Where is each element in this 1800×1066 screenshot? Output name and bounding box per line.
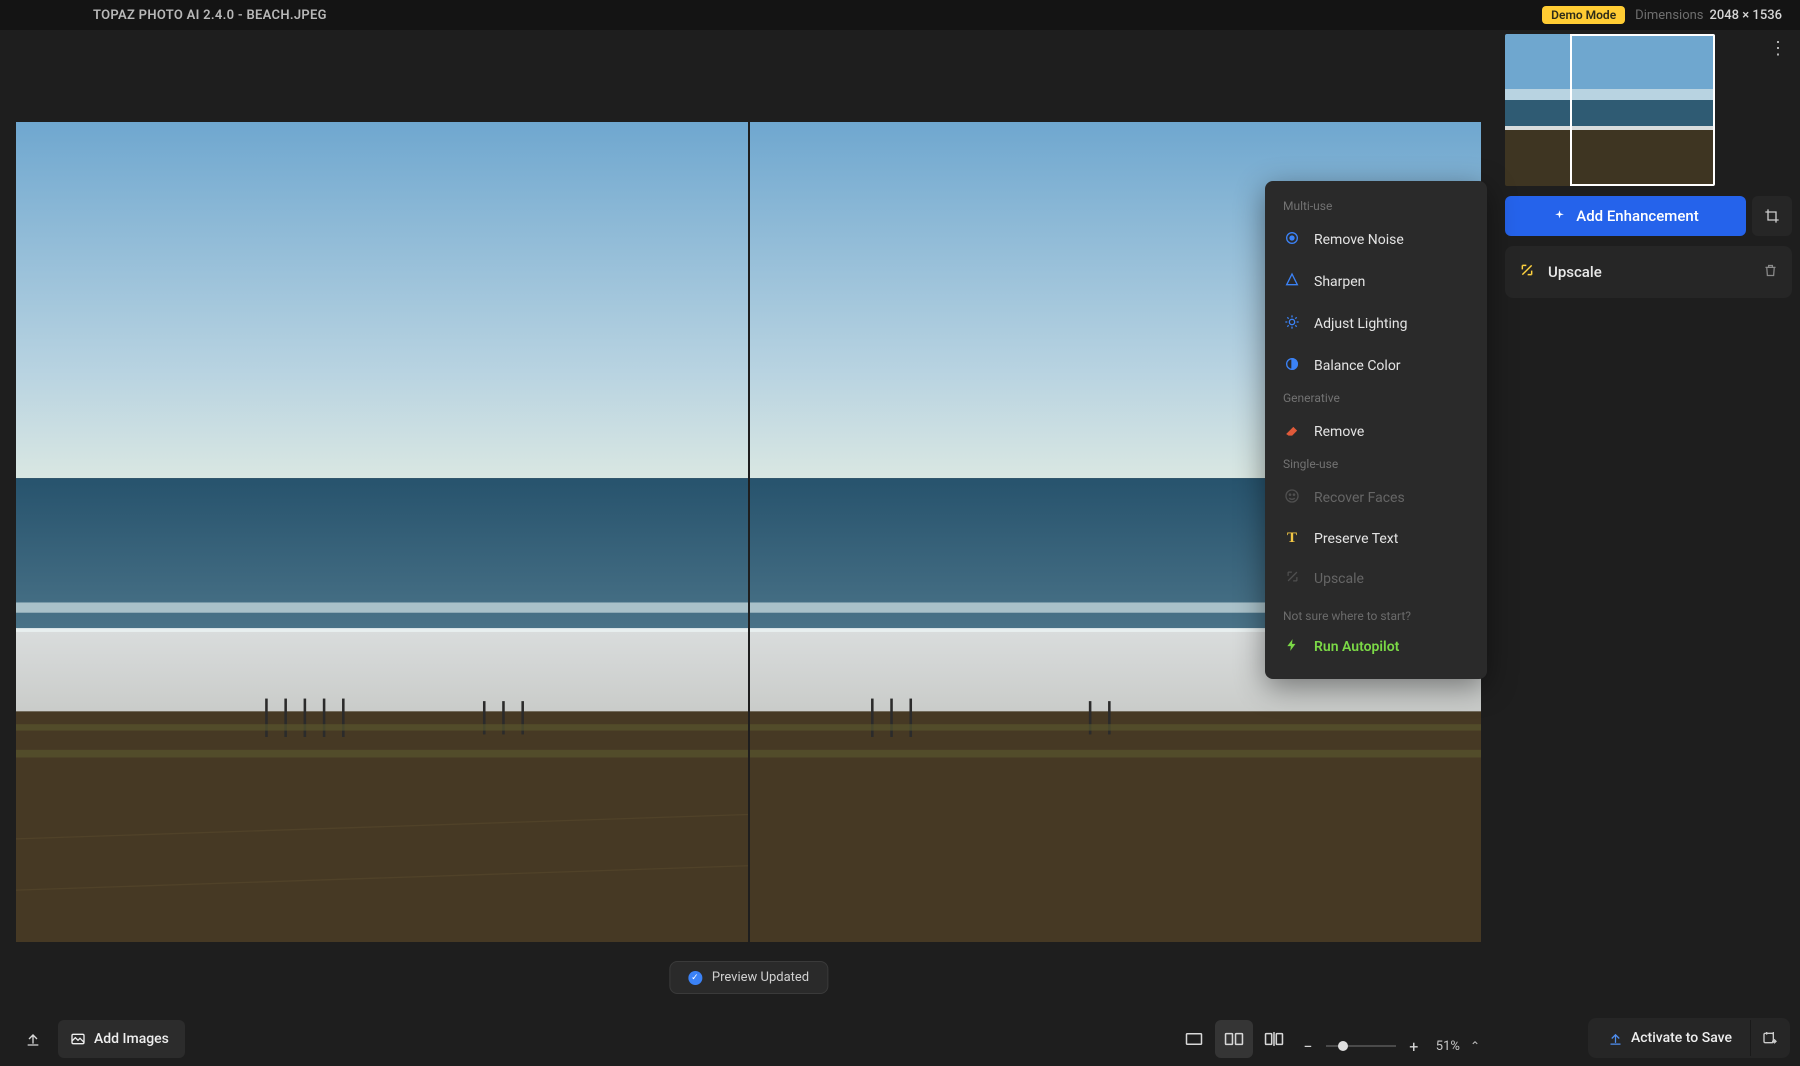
sharpen-icon	[1283, 272, 1301, 292]
preview-status-text: Preview Updated	[712, 970, 809, 985]
autopilot-hint: Not sure where to start?	[1265, 599, 1487, 627]
zoom-chevron-up-icon[interactable]: ⌃	[1470, 1039, 1480, 1053]
zoom-out-button[interactable]: −	[1296, 1034, 1320, 1058]
menu-preserve-text-label: Preserve Text	[1314, 531, 1398, 547]
menu-adjust-lighting-label: Adjust Lighting	[1314, 316, 1407, 332]
text-icon: T	[1283, 530, 1301, 547]
dimensions-value: 2048 × 1536	[1710, 8, 1783, 23]
images-icon	[70, 1031, 86, 1047]
add-images-label: Add Images	[94, 1031, 169, 1047]
add-images-button[interactable]: Add Images	[58, 1020, 185, 1058]
view-single-button[interactable]	[1175, 1020, 1213, 1058]
menu-recover-faces-label: Recover Faces	[1314, 490, 1405, 506]
menu-remove-noise[interactable]: Remove Noise	[1265, 219, 1487, 261]
preview-status-pill: ✓ Preview Updated	[669, 961, 828, 994]
crop-button[interactable]	[1752, 196, 1792, 236]
face-icon	[1283, 488, 1301, 508]
balance-color-icon	[1283, 356, 1301, 376]
upscale-icon	[1283, 569, 1301, 588]
menu-upscale: Upscale	[1265, 558, 1487, 599]
trash-icon	[1763, 263, 1778, 278]
delete-enhancement-button[interactable]	[1763, 263, 1778, 282]
bolt-icon	[1283, 638, 1301, 656]
lighting-icon	[1283, 314, 1301, 334]
upload-button[interactable]	[14, 1020, 52, 1058]
menu-recover-faces: Recover Faces	[1265, 477, 1487, 519]
window-title: TOPAZ PHOTO AI 2.4.0 - BEACH.JPEG	[93, 8, 327, 23]
zoom-slider[interactable]	[1326, 1045, 1396, 1047]
add-enhancement-label: Add Enhancement	[1576, 207, 1698, 225]
crop-icon	[1764, 208, 1780, 224]
menu-run-autopilot[interactable]: Run Autopilot	[1265, 627, 1487, 667]
image-before	[16, 122, 748, 942]
add-enhancement-button[interactable]: Add Enhancement	[1505, 196, 1746, 236]
menu-upscale-label: Upscale	[1314, 571, 1364, 587]
view-split-button[interactable]	[1255, 1020, 1293, 1058]
check-icon: ✓	[688, 971, 702, 985]
menu-sharpen[interactable]: Sharpen	[1265, 261, 1487, 303]
menu-remove-noise-label: Remove Noise	[1314, 232, 1404, 248]
menu-adjust-lighting[interactable]: Adjust Lighting	[1265, 303, 1487, 345]
menu-preserve-text[interactable]: T Preserve Text	[1265, 519, 1487, 558]
menu-remove[interactable]: Remove	[1265, 411, 1487, 453]
section-generative: Generative	[1265, 387, 1487, 411]
demo-mode-badge: Demo Mode	[1542, 6, 1625, 24]
eraser-icon	[1283, 422, 1301, 442]
applied-upscale-card[interactable]: Upscale	[1505, 246, 1792, 298]
upload-icon	[1608, 1031, 1623, 1046]
menu-sharpen-label: Sharpen	[1314, 274, 1365, 290]
denoise-icon	[1283, 230, 1301, 250]
section-multi-use: Multi-use	[1265, 195, 1487, 219]
menu-balance-color-label: Balance Color	[1314, 358, 1401, 374]
dimensions-label: Dimensions	[1635, 8, 1703, 23]
activate-save-label: Activate to Save	[1631, 1030, 1732, 1046]
view-side-by-side-button[interactable]	[1215, 1020, 1253, 1058]
enhancement-menu: Multi-use Remove Noise Sharpen Adjust Li…	[1265, 181, 1487, 679]
zoom-percent: 51%	[1436, 1039, 1460, 1054]
export-settings-button[interactable]	[1750, 1020, 1788, 1056]
sparkle-icon	[1552, 209, 1567, 224]
more-menu-button[interactable]: ⋮	[1764, 34, 1792, 62]
zoom-slider-thumb[interactable]	[1338, 1041, 1348, 1051]
image-compare-pane[interactable]	[16, 122, 1481, 942]
menu-remove-label: Remove	[1314, 424, 1364, 440]
menu-balance-color[interactable]: Balance Color	[1265, 345, 1487, 387]
menu-run-autopilot-label: Run Autopilot	[1314, 639, 1399, 655]
activate-save-button[interactable]: Activate to Save	[1590, 1022, 1750, 1054]
preview-thumbnail[interactable]	[1505, 34, 1715, 186]
upscale-icon	[1519, 262, 1535, 282]
zoom-in-button[interactable]: +	[1402, 1034, 1426, 1058]
applied-upscale-label: Upscale	[1548, 263, 1750, 281]
section-single-use: Single-use	[1265, 453, 1487, 477]
